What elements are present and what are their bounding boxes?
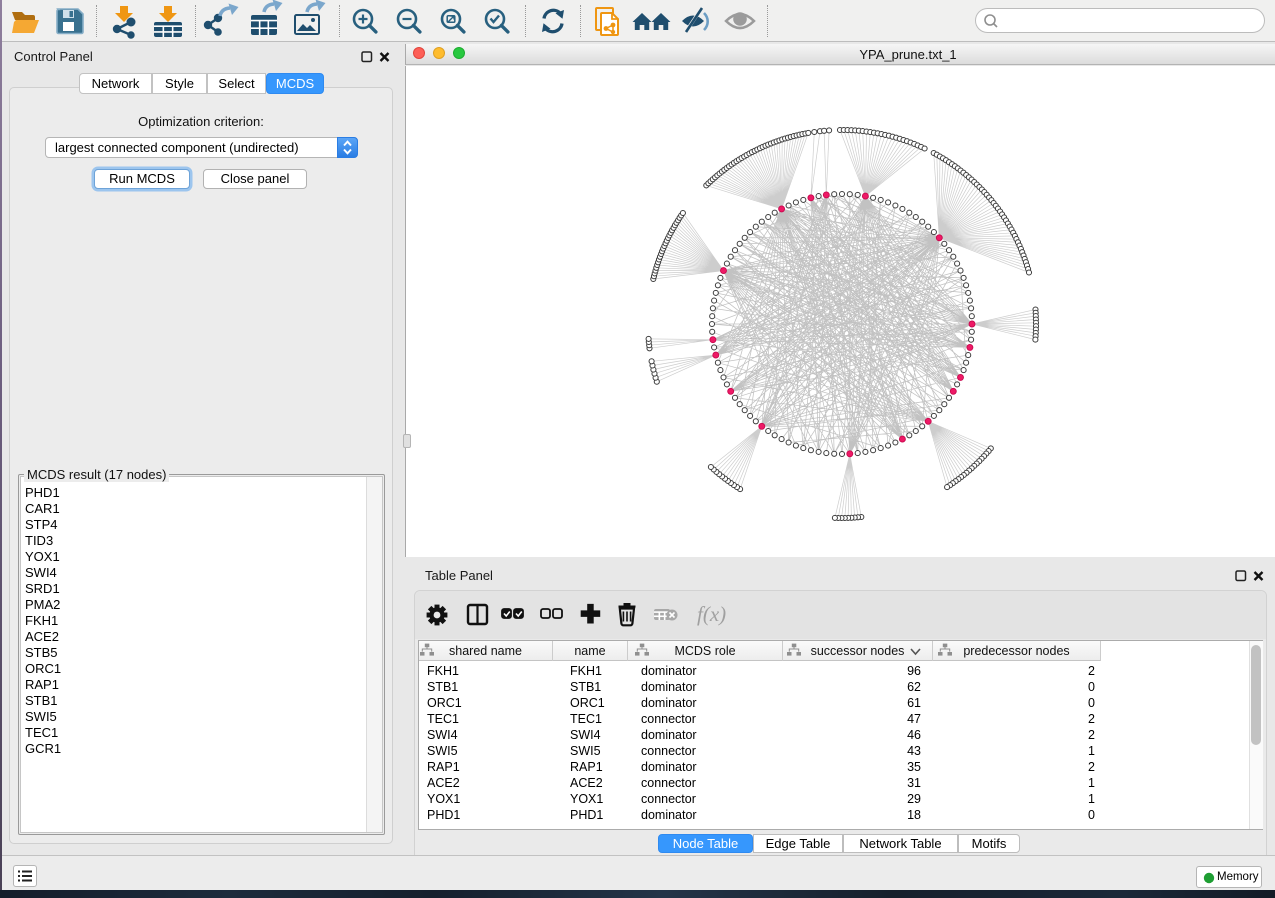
svg-text:f(x): f(x) (697, 602, 726, 626)
